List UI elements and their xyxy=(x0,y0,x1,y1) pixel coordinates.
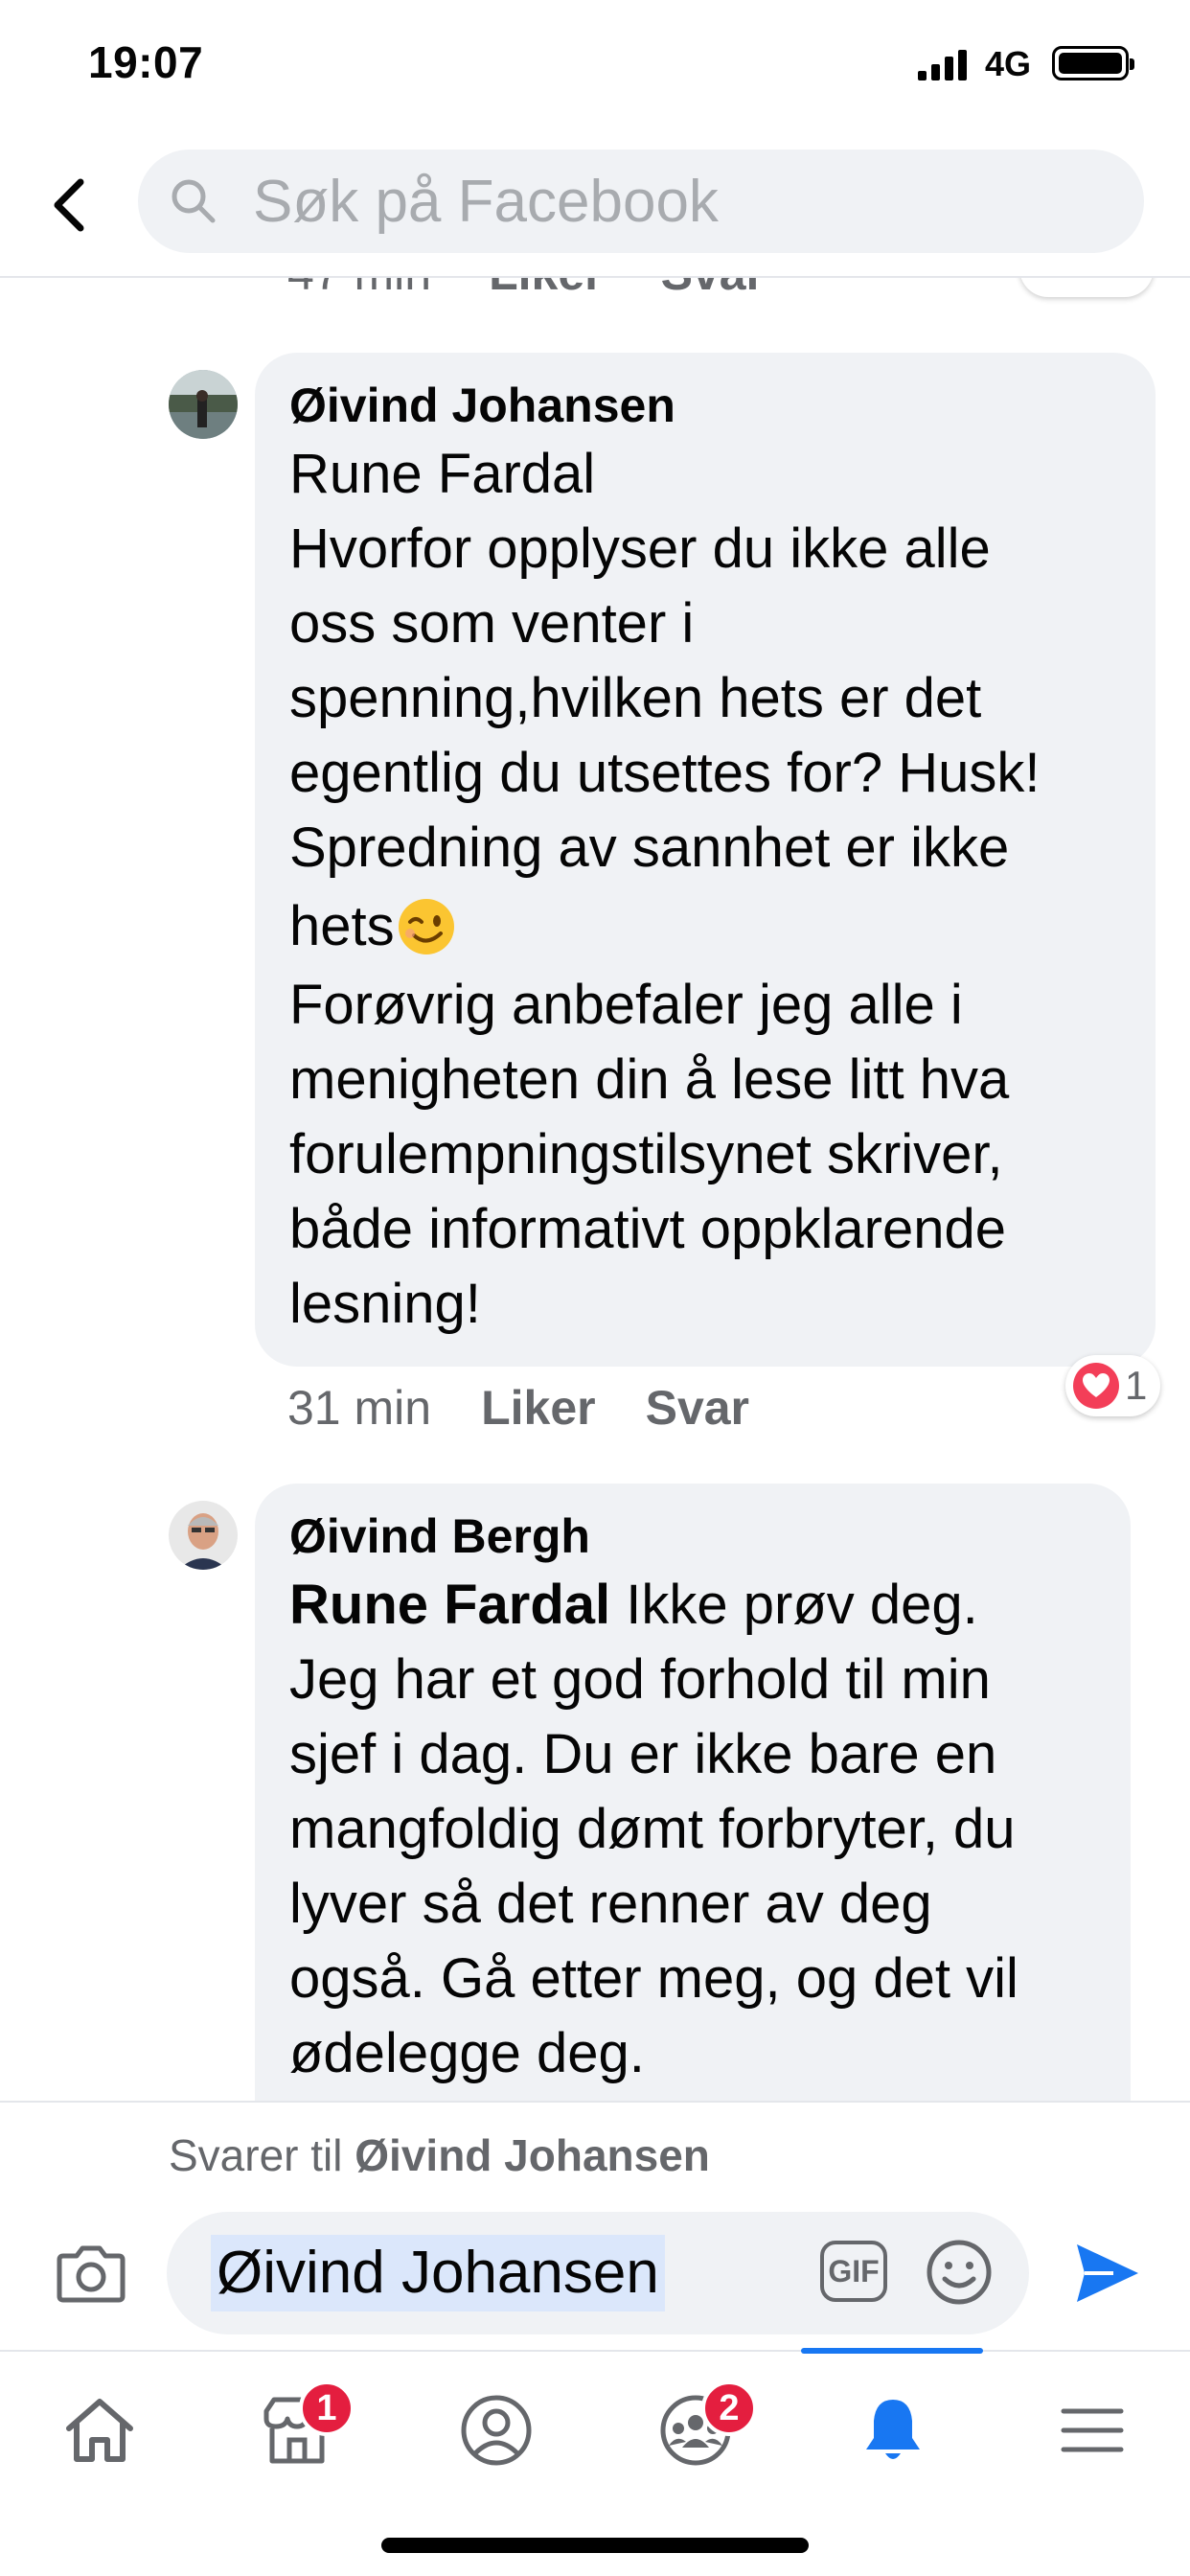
comment-line: Jeg har et god forhold til min xyxy=(289,1648,991,1711)
menu-icon xyxy=(1061,2408,1124,2452)
comment-time: 31 min xyxy=(287,1381,432,1435)
comment-line: lesning! xyxy=(289,1273,481,1335)
comment-author[interactable]: Øivind Bergh xyxy=(289,1508,1096,1564)
comment-line: mangfoldig dømt forbryter, du xyxy=(289,1798,1016,1860)
send-icon[interactable] xyxy=(1071,2237,1144,2310)
heart-icon xyxy=(1073,1363,1119,1409)
tab-marketplace[interactable]: 1 xyxy=(230,2373,364,2488)
mention-link[interactable]: Rune Fardal xyxy=(289,1574,610,1636)
comment-line: Rune Fardal xyxy=(289,443,596,505)
comment-bubble[interactable]: Øivind Bergh Rune Fardal Ikke prøv deg. … xyxy=(255,1484,1131,2101)
back-arrow-icon[interactable] xyxy=(46,176,94,234)
reply-input[interactable]: Øivind Johansen GIF xyxy=(167,2212,1029,2334)
comment-line: egentlig du utsettes for? Husk! xyxy=(289,742,1041,804)
home-icon xyxy=(66,2399,133,2462)
camera-icon[interactable] xyxy=(56,2242,126,2304)
comment-line: oss som venter i xyxy=(289,592,695,655)
signal-strength-icon xyxy=(918,50,967,80)
active-tab-indicator xyxy=(801,2348,983,2354)
comment-line: sjef i dag. Du er ikke bare en xyxy=(289,1723,997,1785)
battery-icon xyxy=(1052,46,1134,80)
like-button[interactable]: Liker xyxy=(489,278,604,301)
avatar-photo xyxy=(169,370,238,439)
home-indicator[interactable] xyxy=(381,2538,809,2553)
tab-notifications[interactable] xyxy=(826,2373,960,2488)
comments-feed[interactable]: 47 min Liker Svar Øivind Johansen Rune F… xyxy=(0,278,1190,2101)
previous-comment-meta: 47 min Liker Svar xyxy=(287,278,765,301)
avatar[interactable] xyxy=(169,370,238,439)
replying-name: Øivind Johansen xyxy=(355,2130,710,2180)
status-bar: 19:07 4G xyxy=(0,0,1190,134)
tab-profile[interactable] xyxy=(429,2373,563,2488)
avatar[interactable] xyxy=(169,1501,238,1570)
comment-bubble[interactable]: Øivind Johansen Rune Fardal Hvorfor oppl… xyxy=(255,353,1156,1367)
comment-line: ødelegge deg. xyxy=(289,2022,645,2084)
comment-line: lyver så det renner av deg xyxy=(289,1873,932,1935)
winking-face-emoji-icon xyxy=(398,899,454,954)
notification-badge: 1 xyxy=(299,2380,355,2436)
reaction-count: 1 xyxy=(1125,1363,1148,1408)
reply-button[interactable]: Svar xyxy=(646,1380,749,1436)
comment-line: Forøvrig anbefaler jeg alle i xyxy=(289,974,963,1036)
tab-menu[interactable] xyxy=(1025,2373,1159,2488)
comment-author[interactable]: Øivind Johansen xyxy=(289,378,1121,433)
comment-line-text: hets xyxy=(289,895,395,957)
like-button[interactable]: Liker xyxy=(481,1380,596,1436)
smiley-icon[interactable] xyxy=(926,2239,993,2306)
network-type: 4G xyxy=(985,44,1032,83)
comment-line-text: Ikke prøv deg. xyxy=(610,1574,978,1636)
reaction-badge[interactable] xyxy=(1019,278,1154,297)
comment-time: 47 min xyxy=(287,278,431,301)
search-header: Søk på Facebook xyxy=(0,134,1190,278)
reply-composer: Svarer til Øivind Johansen Øivind Johans… xyxy=(0,2101,1190,2350)
comment-line: menigheten din å lese litt hva xyxy=(289,1048,1010,1111)
reply-button[interactable]: Svar xyxy=(661,278,765,301)
comment-line: Spredning av sannhet er ikke xyxy=(289,816,1010,879)
replying-prefix: Svarer til xyxy=(169,2130,355,2180)
avatar-photo xyxy=(169,1501,238,1570)
gif-icon[interactable]: GIF xyxy=(820,2241,887,2302)
comment-line: hets xyxy=(289,886,1121,968)
comment-line: også. Gå etter meg, og det vil xyxy=(289,1947,1018,2010)
notification-badge: 2 xyxy=(701,2380,757,2436)
bell-icon xyxy=(866,2400,920,2459)
comment-line: spenning,hvilken hets er det xyxy=(289,667,982,729)
comment-meta: 31 min Liker Svar xyxy=(287,1380,749,1436)
tab-home[interactable] xyxy=(33,2373,167,2488)
reaction-badge[interactable]: 1 xyxy=(1065,1355,1161,1416)
comment-line: Rune Fardal Ikke prøv deg. xyxy=(289,1568,1096,1643)
search-icon xyxy=(172,179,216,223)
profile-icon xyxy=(461,2395,532,2466)
comment-line: både informativt oppklarende xyxy=(289,1198,1007,1260)
search-placeholder: Søk på Facebook xyxy=(253,168,719,235)
status-time: 19:07 xyxy=(88,37,204,87)
tab-groups[interactable]: 2 xyxy=(629,2373,763,2488)
reply-input-value[interactable]: Øivind Johansen xyxy=(211,2235,665,2312)
comment-line: forulempningstilsynet skriver, xyxy=(289,1123,1003,1185)
replying-to-label: Svarer til Øivind Johansen xyxy=(169,2129,710,2181)
comment-line: Hvorfor opplyser du ikke alle xyxy=(289,518,991,580)
search-input[interactable]: Søk på Facebook xyxy=(138,150,1144,253)
